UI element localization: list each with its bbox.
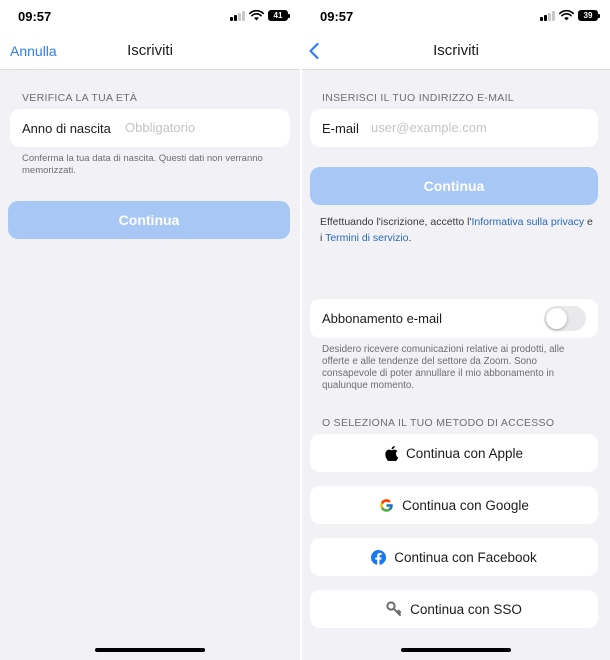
- screenshot-pair: 09:57 41 Annulla Iscriviti VERIFICA LA T…: [0, 0, 610, 660]
- page-title: Iscriviti: [433, 42, 479, 59]
- section-label-email: INSERISCI IL TUO INDIRIZZO E-MAIL: [322, 92, 514, 104]
- email-signup-screen: 09:57 39 Iscriviti INSERISCI IL TUO INDI…: [302, 0, 610, 660]
- age-verification-screen: 09:57 41 Annulla Iscriviti VERIFICA LA T…: [0, 0, 300, 660]
- legal-text: Effettuando l'iscrizione, accetto l'Info…: [320, 214, 594, 246]
- continue-button[interactable]: Continua: [8, 201, 290, 239]
- legal-suffix: .: [408, 232, 412, 244]
- continue-with-apple-button[interactable]: Continua con Apple: [310, 434, 598, 472]
- home-indicator: [95, 648, 205, 652]
- battery-icon: 39: [578, 10, 600, 21]
- home-indicator: [401, 648, 511, 652]
- apple-icon: [385, 445, 398, 461]
- section-label-age: VERIFICA LA TUA ETÀ: [22, 92, 138, 104]
- privacy-policy-link[interactable]: Informativa sulla privacy: [471, 216, 584, 228]
- status-bar: 09:57 41: [0, 0, 300, 32]
- status-icons: 41: [230, 10, 290, 21]
- wifi-icon: [559, 10, 574, 21]
- wifi-icon: [249, 10, 264, 21]
- battery-icon: 41: [268, 10, 290, 21]
- cellular-signal-icon: [540, 10, 555, 21]
- birth-year-input[interactable]: [125, 120, 285, 135]
- email-label: E-mail: [322, 121, 359, 136]
- email-row[interactable]: E-mail: [310, 109, 598, 147]
- navigation-bar: Annulla Iscriviti: [0, 32, 300, 70]
- birth-year-label: Anno di nascita: [22, 121, 111, 136]
- continue-with-google-button[interactable]: Continua con Google: [310, 486, 598, 524]
- key-icon: [386, 601, 402, 616]
- apple-button-label: Continua con Apple: [405, 445, 524, 461]
- sso-button-label: Continua con SSO: [410, 601, 522, 617]
- navigation-bar: Iscriviti: [302, 32, 610, 70]
- google-icon: [380, 498, 393, 512]
- status-icons: 39: [540, 10, 600, 21]
- continue-button[interactable]: Continua: [310, 167, 598, 205]
- google-button-label: Continua con Google: [402, 497, 529, 513]
- toggle-knob: [546, 308, 567, 329]
- email-input[interactable]: [371, 120, 571, 135]
- continue-with-facebook-button[interactable]: Continua con Facebook: [310, 538, 598, 576]
- continue-with-sso-button[interactable]: Continua con SSO: [310, 590, 598, 628]
- terms-of-service-link[interactable]: Termini di servizio: [325, 232, 408, 244]
- email-subscription-row: Abbonamento e-mail: [310, 299, 598, 338]
- status-time: 09:57: [18, 9, 52, 24]
- section-label-access: O SELEZIONA IL TUO METODO DI ACCESSO: [322, 417, 555, 429]
- facebook-button-label: Continua con Facebook: [394, 549, 537, 565]
- subscription-toggle[interactable]: [544, 306, 586, 331]
- birth-year-row[interactable]: Anno di nascita: [10, 109, 290, 147]
- page-title: Iscriviti: [127, 42, 173, 59]
- birth-year-note: Conferma la tua data di nascita. Questi …: [22, 153, 263, 176]
- legal-prefix: Effettuando l'iscrizione, accetto l': [320, 216, 472, 228]
- status-bar: 09:57 39: [302, 0, 610, 32]
- facebook-icon: [371, 549, 387, 565]
- cellular-signal-icon: [230, 10, 245, 21]
- status-time: 09:57: [320, 9, 354, 24]
- subscription-note: Desidero ricevere comunicazioni relative…: [322, 344, 565, 391]
- subscription-label: Abbonamento e-mail: [322, 311, 442, 326]
